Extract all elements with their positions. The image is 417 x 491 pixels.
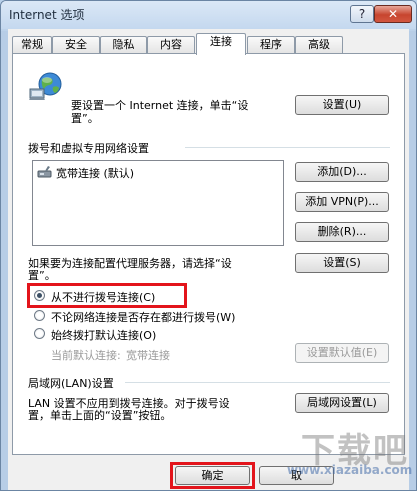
proxy-text-line2: 置”。: [28, 269, 56, 282]
radio-always-dial-label[interactable]: 始终拨打默认连接(O): [51, 327, 156, 343]
lan-settings-button[interactable]: 局域网设置(L): [295, 393, 389, 413]
remove-button[interactable]: 删除(R)...: [295, 222, 389, 242]
help-button[interactable]: ?: [350, 5, 374, 23]
tab-content[interactable]: 内容: [147, 36, 195, 54]
radio-never-dial[interactable]: [34, 290, 45, 301]
current-default-value: 宽带连接: [126, 349, 170, 362]
dialup-divider: [185, 147, 390, 148]
proxy-text-line1: 如果要为连接配置代理服务器，请选择“设: [28, 257, 232, 270]
title-bar[interactable]: Internet 选项 ? ✕: [1, 1, 416, 29]
add-button[interactable]: 添加(D)...: [295, 162, 389, 182]
setup-button[interactable]: 设置(U): [295, 95, 389, 115]
tab-advanced[interactable]: 高级: [295, 36, 343, 54]
add-vpn-button[interactable]: 添加 VPN(P)...: [295, 192, 389, 212]
window-title: Internet 选项: [9, 8, 85, 22]
dialog-client-area: 常规 安全 隐私 内容 连接 程序 高级 要设置一个 Internet 连接，单…: [8, 29, 409, 490]
set-default-button[interactable]: 设置默认值(E): [295, 343, 389, 363]
watermark-url: www.xiazaiba.com: [287, 463, 413, 477]
current-default-label: 当前默认连接:: [51, 349, 121, 362]
globe-network-icon: [28, 71, 64, 101]
dialup-connections-list[interactable]: 宽带连接 (默认): [32, 160, 284, 246]
radio-dial-whenever-label[interactable]: 不论网络连接是否存在都进行拨号(W): [51, 309, 235, 325]
settings-button[interactable]: 设置(S): [295, 253, 389, 273]
tab-privacy[interactable]: 隐私: [100, 36, 147, 54]
broadband-connection-icon: [37, 165, 53, 179]
tab-strip: 常规 安全 隐私 内容 连接 程序 高级: [8, 33, 408, 55]
radio-always-dial[interactable]: [34, 328, 45, 339]
lan-divider: [125, 382, 390, 383]
dialup-section-label: 拨号和虚拟专用网络设置: [28, 142, 149, 155]
close-button[interactable]: ✕: [374, 5, 412, 23]
radio-dial-whenever[interactable]: [34, 310, 45, 321]
radio-never-dial-label[interactable]: 从不进行拨号连接(C): [51, 289, 155, 305]
list-item-label: 宽带连接 (默认): [56, 167, 135, 180]
setup-text-line2: 置”。: [71, 112, 99, 125]
tab-programs[interactable]: 程序: [247, 36, 295, 54]
tab-general[interactable]: 常规: [12, 36, 52, 54]
ok-button[interactable]: 确定: [175, 466, 250, 485]
internet-options-window: Internet 选项 ? ✕ 常规 安全 隐私 内容 连接 程序 高级 要设置…: [0, 0, 417, 491]
lan-section-label: 局域网(LAN)设置: [28, 377, 114, 390]
tab-connections[interactable]: 连接: [196, 33, 246, 55]
connections-panel: 要设置一个 Internet 连接，单击“设 置”。 设置(U) 拨号和虚拟专用…: [12, 53, 405, 455]
lan-text-line2: 置，单击上面的“设置”按钮。: [28, 409, 172, 422]
tab-security[interactable]: 安全: [52, 36, 100, 54]
